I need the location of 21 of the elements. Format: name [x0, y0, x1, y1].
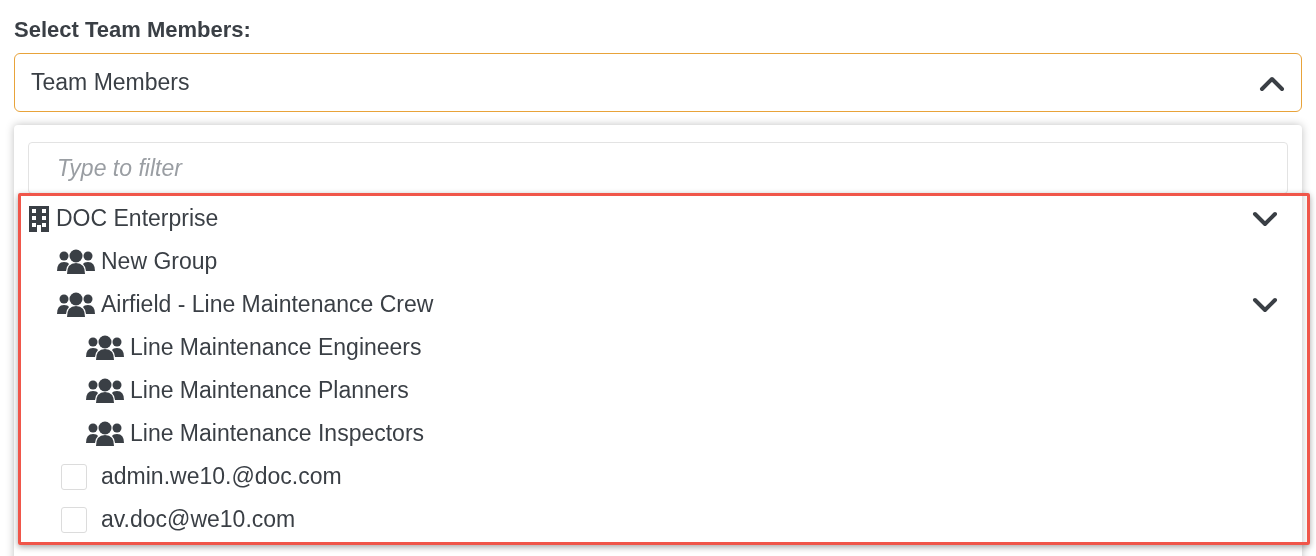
filter-field[interactable]: Type to filter [28, 142, 1288, 194]
users-icon [57, 248, 95, 275]
users-icon [86, 334, 124, 361]
tree-item-label[interactable]: Line Maintenance Inspectors [130, 416, 425, 451]
tree-item-label[interactable]: Line Maintenance Engineers [130, 330, 422, 365]
users-icon [86, 377, 124, 404]
team-members-select[interactable]: Team Members [14, 53, 1302, 112]
tree-item-label[interactable]: admin.we10.@doc.com [101, 459, 342, 494]
tree-item-label[interactable]: Line Maintenance Planners [130, 373, 409, 408]
chevron-down-icon[interactable] [1252, 210, 1278, 227]
users-icon [57, 291, 95, 318]
checkbox[interactable] [61, 463, 87, 490]
tree-item-label[interactable]: av.doc@we10.com [101, 502, 296, 537]
chevron-down-icon[interactable] [1252, 296, 1278, 313]
tree-item-label[interactable]: New Group [101, 244, 218, 279]
users-icon [86, 420, 124, 447]
field-label: Select Team Members: [14, 16, 251, 44]
tree-item-label[interactable]: Airfield - Line Maintenance Crew [101, 287, 434, 322]
tree-item-label[interactable]: DOC Enterprise [56, 201, 219, 236]
checkbox[interactable] [61, 506, 87, 533]
building-icon [28, 205, 50, 232]
